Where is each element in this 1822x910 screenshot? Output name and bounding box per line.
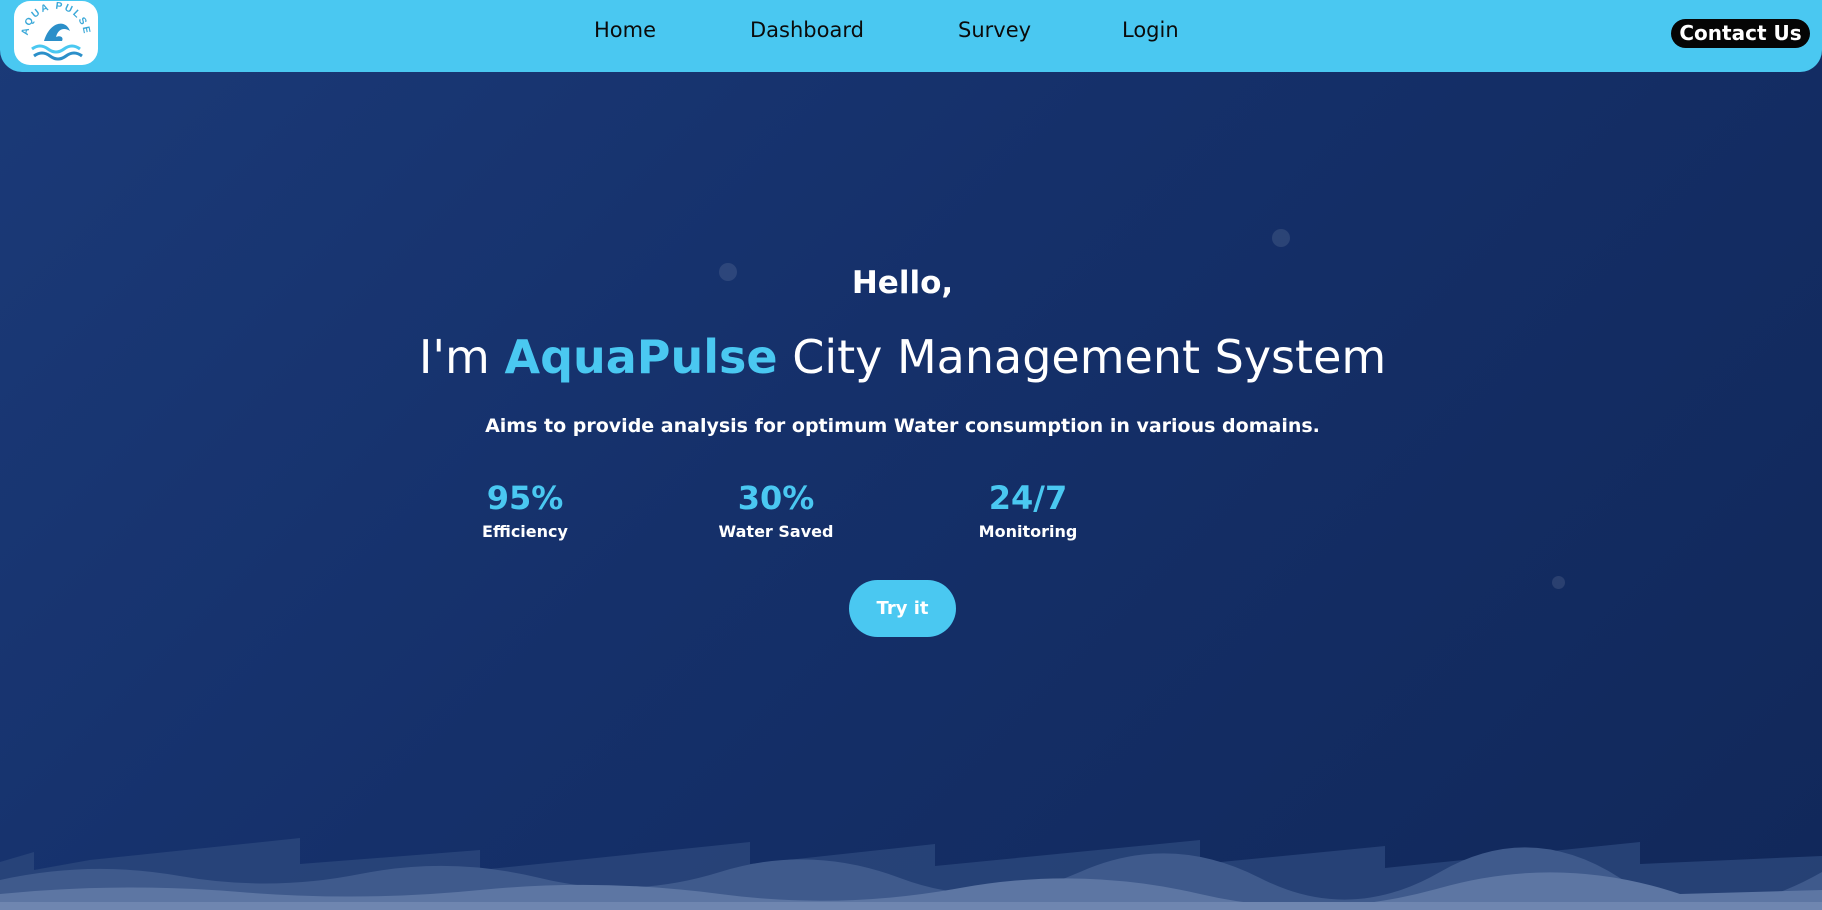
nav-login-link[interactable]: Login	[1122, 18, 1179, 42]
decorative-bubble	[1272, 229, 1290, 247]
hero-title: I'm AquaPulse City Management System	[0, 330, 1805, 384]
nav-dashboard-link[interactable]: Dashboard	[750, 18, 864, 42]
nav-survey-link[interactable]: Survey	[958, 18, 1031, 42]
hero-title-prefix: I'm	[418, 330, 505, 384]
stat-label: Monitoring	[978, 522, 1078, 541]
stat-label: Water Saved	[718, 522, 834, 541]
contact-us-button[interactable]: Contact Us	[1671, 19, 1810, 48]
hero-title-brand: AquaPulse	[504, 330, 778, 384]
stat-monitoring: 24/7 Monitoring	[928, 478, 1128, 541]
wave-decoration	[0, 838, 1822, 910]
stat-label: Efficiency	[482, 522, 568, 541]
decorative-bubble	[1552, 576, 1565, 589]
hero-greeting: Hello,	[851, 265, 954, 301]
try-it-button[interactable]: Try it	[849, 580, 956, 637]
hero-title-suffix: City Management System	[777, 330, 1387, 384]
nav-home-link[interactable]: Home	[594, 18, 656, 42]
top-navbar: AQUA PULSE Home Dashboard Survey Login C…	[0, 0, 1822, 72]
stat-value: 24/7	[988, 479, 1068, 517]
stat-efficiency: 95% Efficiency	[425, 478, 625, 541]
hero-subtitle: Aims to provide analysis for optimum Wat…	[485, 415, 1320, 437]
nav-menu: Home Dashboard Survey Login	[0, 0, 1822, 66]
stat-value: 30%	[737, 479, 815, 517]
stat-value: 95%	[486, 479, 564, 517]
stat-water-saved: 30% Water Saved	[676, 478, 876, 541]
